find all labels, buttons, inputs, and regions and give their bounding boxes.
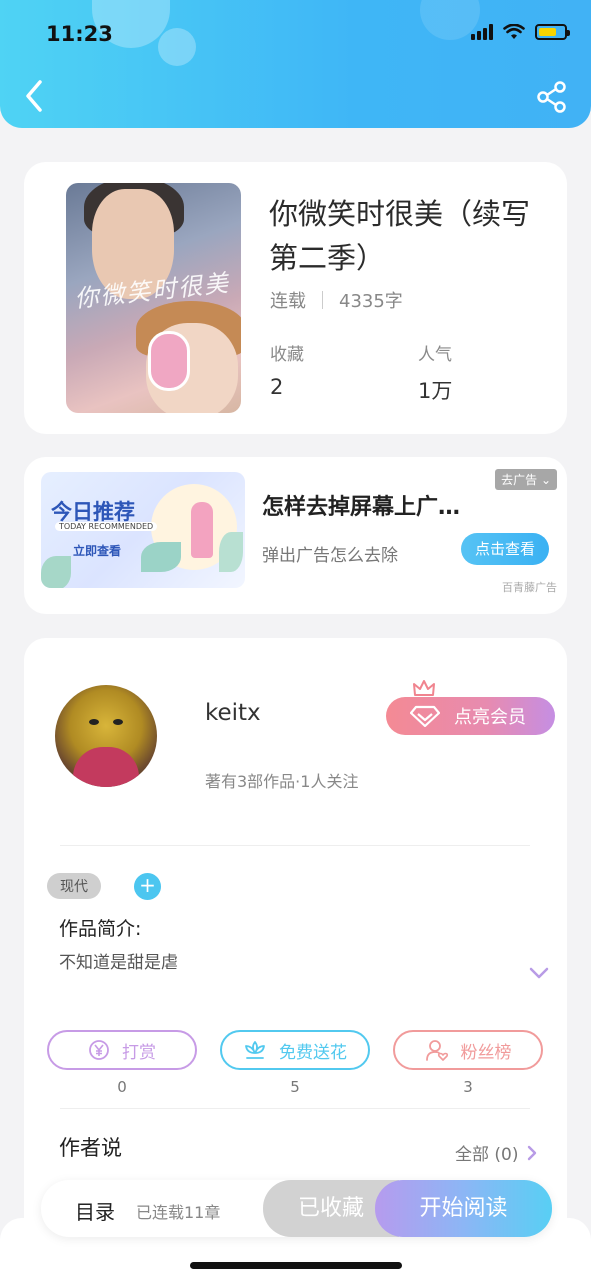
yen-icon — [89, 1040, 109, 1060]
popularity-stat: 人气 1万 — [418, 340, 452, 405]
decor-bubble — [158, 28, 196, 66]
chapter-count: 已连载11章 — [136, 1203, 221, 1222]
ad-image[interactable]: 今日推荐 TODAY RECOMMENDED 立即查看 — [41, 472, 245, 588]
send-flower-label: 免费送花 — [279, 1042, 347, 1063]
flower-count: 5 — [290, 1078, 300, 1096]
popularity-label: 人气 — [418, 345, 452, 365]
signal-icon — [471, 24, 493, 40]
avatar[interactable] — [55, 685, 157, 787]
fan-ranking-button[interactable]: 粉丝榜 — [393, 1030, 543, 1070]
chevron-down-icon: ⌄ — [540, 473, 551, 487]
chevron-down-icon[interactable] — [527, 964, 551, 982]
author-stats: 著有3部作品·1人关注 — [205, 772, 359, 791]
author-say-all-link[interactable]: 全部 (0) — [455, 1140, 538, 1165]
author-name[interactable]: keitx — [205, 700, 261, 726]
book-info-card: 你微笑时很美 你微笑时很美（续写第二季） 连载 4335字 收藏 2 人气 1万 — [24, 162, 567, 434]
add-tag-button[interactable]: + — [134, 873, 161, 900]
reward-label: 打赏 — [122, 1042, 156, 1063]
book-word-count: 4335字 — [339, 291, 403, 312]
ad-image-subtitle: TODAY RECOMMENDED — [55, 522, 158, 531]
crown-icon — [413, 680, 435, 696]
share-icon[interactable] — [535, 80, 569, 114]
favorites-value: 2 — [270, 375, 284, 399]
back-icon[interactable] — [20, 78, 50, 114]
ad-card[interactable]: 今日推荐 TODAY RECOMMENDED 立即查看 怎样去掉屏幕上广… 弹出… — [24, 457, 567, 614]
divider — [60, 1108, 530, 1109]
ad-view-button[interactable]: 点击查看 — [461, 533, 549, 565]
book-title: 你微笑时很美（续写第二季） — [269, 197, 531, 275]
bottom-action-bar: 目录 已连载11章 已收藏 开始阅读 — [41, 1180, 552, 1237]
intro-label: 作品简介: — [59, 918, 142, 940]
fan-icon — [425, 1040, 448, 1061]
chevron-right-icon — [528, 1145, 537, 1160]
home-indicator[interactable] — [190, 1262, 402, 1269]
divider — [60, 845, 530, 846]
meta-divider — [322, 291, 323, 309]
ad-source: 百青藤广告 — [502, 581, 557, 594]
reward-count: 0 — [117, 1078, 127, 1096]
diamond-icon — [410, 705, 440, 727]
vip-button-label: 点亮会员 — [454, 707, 526, 728]
vip-button[interactable]: 点亮会员 — [386, 697, 555, 735]
favorites-stat: 收藏 2 — [270, 340, 304, 399]
battery-icon — [535, 24, 570, 40]
fan-ranking-label: 粉丝榜 — [460, 1042, 512, 1063]
remove-ad-label: 去广告 — [501, 473, 538, 487]
ad-subtitle: 弹出广告怎么去除 — [262, 546, 398, 566]
toc-button[interactable]: 目录 — [75, 1196, 115, 1225]
book-meta: 连载 4335字 — [270, 287, 403, 313]
send-flower-button[interactable]: 免费送花 — [220, 1030, 370, 1070]
ad-title: 怎样去掉屏幕上广… — [262, 495, 461, 520]
author-say-label: 作者说 — [59, 1136, 122, 1160]
book-cover[interactable]: 你微笑时很美 — [66, 183, 241, 413]
book-status: 连载 — [270, 291, 306, 312]
ad-image-cta: 立即查看 — [73, 544, 122, 558]
remove-ad-button[interactable]: 去广告 ⌄ — [495, 469, 557, 490]
flower-icon — [245, 1041, 265, 1059]
author-say-all-label: 全部 (0) — [455, 1145, 519, 1165]
start-reading-button[interactable]: 开始阅读 — [375, 1180, 552, 1237]
fan-count: 3 — [463, 1078, 473, 1096]
top-header: 11:23 — [0, 0, 591, 128]
genre-tag: 现代 — [47, 873, 101, 899]
status-time: 11:23 — [46, 22, 113, 46]
status-icons — [471, 24, 570, 40]
wifi-icon — [503, 24, 525, 39]
favorites-label: 收藏 — [270, 345, 304, 365]
popularity-value: 1万 — [418, 379, 453, 403]
reward-button[interactable]: 打赏 — [47, 1030, 197, 1070]
intro-text: 不知道是甜是虐 — [59, 953, 178, 973]
